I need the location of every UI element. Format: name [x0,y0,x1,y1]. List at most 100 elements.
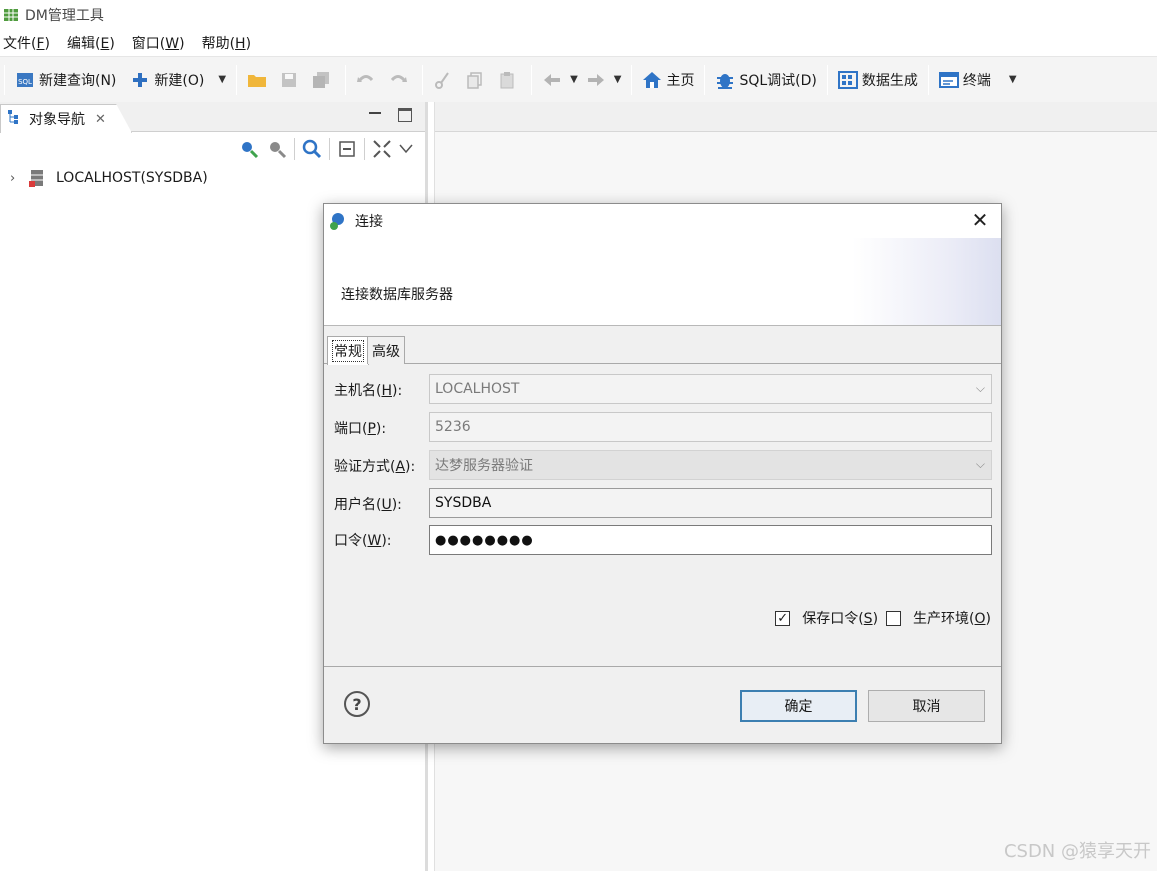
chevron-down-icon[interactable]: ⌵ [976,457,985,472]
forward-button[interactable]: ▼ [582,65,626,95]
chevron-down-icon[interactable]: ▼ [614,74,622,85]
auth-method-value: 达梦服务器验证 [435,458,533,474]
auth-method-label: 验证方式(A): [334,459,416,475]
chevron-down-icon[interactable]: ▼ [570,74,578,85]
toolbar-separator [4,64,5,95]
port-label: 端口(P): [334,421,387,437]
options-row: ✓ 保存口令(S) 生产环境(O) [775,608,991,628]
disconnect-icon[interactable] [266,138,288,160]
home-button[interactable]: 主页 [638,65,698,95]
watermark: CSDN @猿享天开 [1003,841,1151,862]
panel-tabbar: 对象导航 ✕ [0,102,425,133]
ok-label: 确定 [784,699,813,715]
home-label: 主页 [666,72,695,89]
new-button[interactable]: 新建(O) ▼ [126,65,230,95]
table-icon [3,7,19,23]
cancel-button[interactable]: 取消 [868,690,985,722]
save-password-checkbox[interactable]: ✓ [775,610,791,626]
menu-file[interactable]: 文件(F) [3,33,50,53]
username-field[interactable]: SYSDBA [429,488,992,518]
new-query-label: 新建查询(N) [39,72,117,89]
bug-icon [715,70,735,90]
redo-button[interactable] [384,65,416,95]
menu-help[interactable]: 帮助(H) [202,33,251,53]
expand-icon[interactable] [371,138,393,160]
arrow-left-icon [542,70,562,90]
tab-advanced-label: 高级 [372,343,400,360]
svg-text:SQL: SQL [18,78,32,86]
new-query-button[interactable]: SQL 新建查询(N) [11,65,120,95]
divider [324,666,1001,667]
home-icon [642,70,662,90]
port-value: 5236 [435,419,471,435]
arrow-right-icon [586,70,606,90]
host-value: LOCALHOST [435,381,520,397]
redo-icon [388,70,408,90]
terminal-icon [938,70,959,90]
help-button[interactable]: ? [344,691,370,717]
toolbar-separator [345,64,347,95]
minimize-icon[interactable] [368,106,382,120]
object-tree: › LOCALHOST(SYSDBA) [0,166,425,190]
undo-button[interactable] [352,65,384,95]
toolbar-separator [364,138,365,160]
close-icon[interactable]: ✕ [969,208,991,232]
connect-icon [329,211,349,231]
toolbar-separator [927,64,929,95]
copy-button[interactable] [461,65,493,95]
tree-node-label: LOCALHOST(SYSDBA) [56,170,208,186]
paste-button[interactable] [493,65,525,95]
toolbar-separator [236,64,238,95]
tree-node[interactable]: › LOCALHOST(SYSDBA) [0,166,425,190]
connect-icon[interactable] [238,138,260,160]
dialog-title: 连接 [355,214,383,230]
save-all-button[interactable] [307,65,339,95]
ok-button[interactable]: 确定 [740,690,857,722]
toolbar-separator [826,64,828,95]
search-icon[interactable] [301,138,323,160]
toolbar-separator [531,64,533,95]
maximize-icon[interactable] [398,108,412,122]
production-env-checkbox[interactable] [886,610,902,626]
data-generation-label: 数据生成 [861,72,918,89]
save-button[interactable] [275,65,307,95]
auth-method-select[interactable]: 达梦服务器验证 ⌵ [429,450,992,480]
host-label: 主机名(H): [334,383,403,399]
window-titlebar: DM管理工具 [0,0,1157,30]
window-title: DM管理工具 [25,8,104,24]
port-field[interactable]: 5236 [429,412,992,442]
chevron-down-icon[interactable]: ▼ [218,74,226,85]
terminal-button[interactable]: 终端 ▼ [935,65,1021,95]
save-icon [279,70,299,90]
open-folder-button[interactable] [243,65,275,95]
sql-debug-button[interactable]: SQL调试(D) [711,65,820,95]
chevron-right-icon[interactable]: › [10,171,28,186]
username-value: SYSDBA [435,495,492,511]
tab-advanced[interactable]: 高级 [367,336,405,364]
tab-label: 对象导航 [29,112,85,128]
menu-edit[interactable]: 编辑(E) [67,33,115,53]
undo-icon [356,70,376,90]
data-generation-button[interactable]: 数据生成 [834,65,922,95]
view-menu-icon[interactable] [395,138,417,160]
dialog-subtitle: 连接数据库服务器 [341,287,453,303]
menu-window[interactable]: 窗口(W) [132,33,185,53]
tab-general[interactable]: 常规 [327,336,369,365]
chevron-down-icon[interactable]: ⌵ [976,381,985,396]
terminal-label: 终端 [962,72,991,89]
toolbar-separator [704,64,706,95]
chevron-down-icon[interactable]: ▼ [1009,74,1017,85]
cut-button[interactable] [429,65,461,95]
close-icon[interactable]: ✕ [95,112,106,127]
data-grid-icon [837,70,858,90]
toolbar-separator [329,138,330,160]
host-combobox[interactable]: LOCALHOST ⌵ [429,374,992,404]
password-field[interactable]: ●●●●●●●● [429,525,992,555]
collapse-all-icon[interactable] [336,138,358,160]
folder-icon [247,70,267,90]
production-env-label[interactable]: 生产环境(O) [913,608,991,628]
save-password-label[interactable]: 保存口令(S) [802,608,878,628]
back-button[interactable]: ▼ [538,65,582,95]
tab-object-navigator[interactable]: 对象导航 ✕ [0,104,132,133]
cancel-label: 取消 [912,699,941,715]
